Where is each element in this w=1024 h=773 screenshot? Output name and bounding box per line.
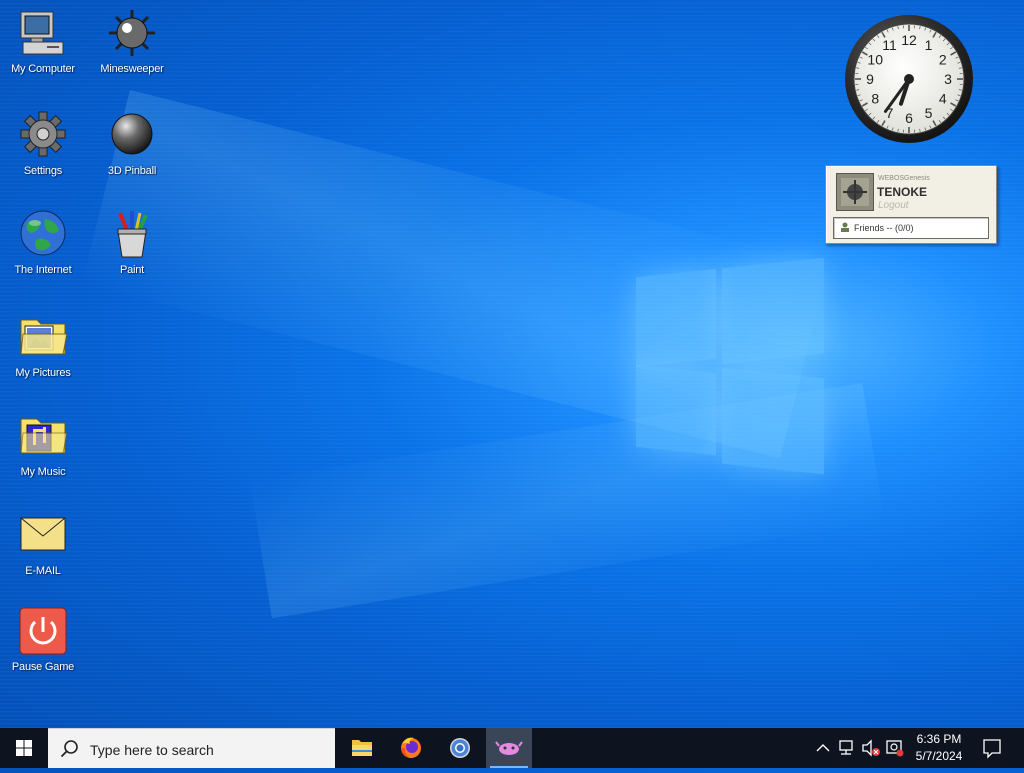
taskbar-firefox[interactable] xyxy=(388,728,434,768)
tray-chevron-button[interactable] xyxy=(812,728,834,768)
shield-icon xyxy=(884,728,906,768)
network-icon xyxy=(836,728,858,768)
desktop-icon-paint[interactable]: Paint xyxy=(90,209,174,276)
taskbar-chrome[interactable] xyxy=(437,728,483,768)
search-icon xyxy=(60,739,80,759)
desktop-icon-label: Minesweeper xyxy=(90,63,174,75)
desktop-icon-label: E-MAIL xyxy=(1,565,85,577)
windows-icon xyxy=(0,728,48,768)
firefox-icon xyxy=(388,728,434,768)
clock-widget: 121234567891011 xyxy=(844,12,974,146)
clock-numeral: 9 xyxy=(866,71,874,87)
envelope-icon xyxy=(17,510,69,562)
clock-numeral: 8 xyxy=(871,91,879,107)
notification-center-button[interactable] xyxy=(974,728,1014,768)
desktop-icon-3d-pinball[interactable]: 3D Pinball xyxy=(90,110,174,177)
mine-icon xyxy=(106,8,158,60)
friends-label: Friends -- (0/0) xyxy=(854,223,914,233)
chrome-icon xyxy=(437,728,483,768)
taskbar-file-explorer[interactable] xyxy=(339,728,385,768)
friends-list-button[interactable]: Friends -- (0/0) xyxy=(833,217,989,239)
tray-security[interactable] xyxy=(884,728,906,768)
desktop-icon-label: The Internet xyxy=(1,264,85,276)
username: TENOKE xyxy=(877,185,927,199)
paint-icon xyxy=(106,209,158,261)
login-widget: WEBOSGenesis TENOKE Logout Friends -- (0… xyxy=(825,165,997,244)
avatar[interactable] xyxy=(836,173,874,211)
taskbar-search-box[interactable] xyxy=(48,728,335,768)
desktop-icon-e-mail[interactable]: E-MAIL xyxy=(1,510,85,577)
desktop-icon-label: Pause Game xyxy=(1,661,85,673)
computer-icon xyxy=(17,8,69,60)
tray-volume-muted[interactable] xyxy=(860,728,882,768)
folder-icon xyxy=(339,728,385,768)
volume-muted-icon xyxy=(860,728,882,768)
taskbar-time: 6:36 PM xyxy=(908,731,970,748)
desktop-icon-label: Settings xyxy=(1,165,85,177)
desktop-icon-label: My Music xyxy=(1,466,85,478)
person-icon xyxy=(840,219,850,229)
desktop-icon-label: My Pictures xyxy=(1,367,85,379)
start-button[interactable] xyxy=(0,728,48,768)
pictures-folder-icon xyxy=(17,312,69,364)
desktop-icon-settings[interactable]: Settings xyxy=(1,110,85,177)
notification-icon xyxy=(974,728,1014,768)
chevron-up-icon xyxy=(812,728,834,768)
desktop-icon-minesweeper[interactable]: Minesweeper xyxy=(90,8,174,75)
globe-icon xyxy=(17,209,69,261)
taskbar: 6:36 PM 5/7/2024 xyxy=(0,728,1024,768)
clock-numeral: 5 xyxy=(925,105,933,121)
clock-numeral: 3 xyxy=(944,71,952,87)
tray-network[interactable] xyxy=(836,728,858,768)
clock-numeral: 6 xyxy=(905,110,913,126)
taskbar-game-active[interactable] xyxy=(486,728,532,768)
desktop-icon-my-music[interactable]: My Music xyxy=(1,411,85,478)
desktop-icon-label: My Computer xyxy=(1,63,85,75)
desktop-icon-label: Paint xyxy=(90,264,174,276)
clock-numeral: 12 xyxy=(901,32,917,48)
logout-link[interactable]: Logout xyxy=(878,200,909,211)
search-input[interactable] xyxy=(88,738,332,762)
desktop-icon-label: 3D Pinball xyxy=(90,165,174,177)
desktop-icon-pause-game[interactable]: Pause Game xyxy=(1,606,85,673)
taskbar-date: 5/7/2024 xyxy=(908,748,970,765)
desktop-icon-my-pictures[interactable]: My Pictures xyxy=(1,312,85,379)
windows-logo-wallpaper xyxy=(636,255,826,475)
site-name: WEBOSGenesis xyxy=(878,175,930,182)
game-icon xyxy=(486,728,532,768)
clock-numeral: 10 xyxy=(867,52,883,68)
clock-numeral: 11 xyxy=(882,37,897,53)
clock-numeral: 4 xyxy=(939,91,947,107)
desktop-icon-my-computer[interactable]: My Computer xyxy=(1,8,85,75)
music-folder-icon xyxy=(17,411,69,463)
pinball-icon xyxy=(106,110,158,162)
taskbar-clock[interactable]: 6:36 PM 5/7/2024 xyxy=(908,731,970,765)
clock-numeral: 2 xyxy=(939,52,947,68)
power-icon xyxy=(17,606,69,658)
desktop-icon-the-internet[interactable]: The Internet xyxy=(1,209,85,276)
gear-icon xyxy=(17,110,69,162)
clock-numeral: 1 xyxy=(925,37,933,53)
